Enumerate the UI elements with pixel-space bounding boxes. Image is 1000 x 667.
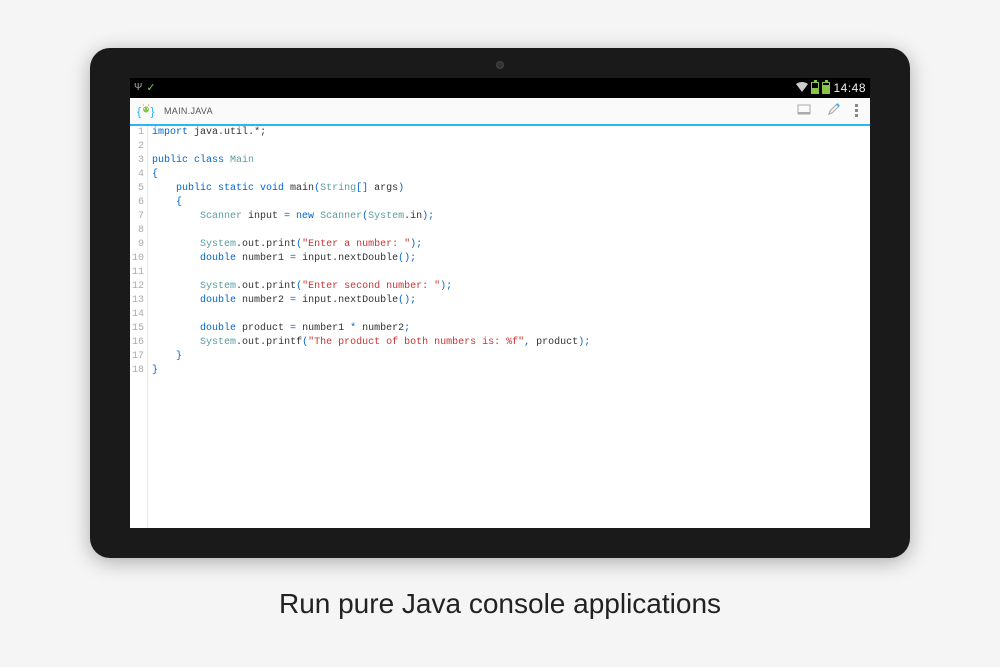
check-icon: ✓ (146, 81, 155, 94)
usb-icon: Ψ (134, 82, 142, 93)
svg-text:{: { (137, 104, 141, 118)
wifi-icon (796, 81, 808, 95)
code-editor[interactable]: 123456789101112131415161718 import java.… (130, 126, 870, 528)
status-bar: Ψ ✓ 14:48 (130, 78, 870, 98)
line-gutter: 123456789101112131415161718 (130, 126, 148, 528)
code-area[interactable]: import java.util.*; public class Main{ p… (148, 126, 870, 528)
tablet-frame: Ψ ✓ 14:48 {} MAIN.JAVA (90, 48, 910, 558)
statusbar-left: Ψ ✓ (134, 81, 156, 94)
svg-text:}: } (151, 104, 155, 118)
statusbar-right: 14:48 (796, 81, 866, 95)
clock: 14:48 (833, 81, 866, 95)
camera-dot (496, 61, 504, 69)
app-icon[interactable]: {} (136, 101, 156, 121)
battery-icon-2 (822, 82, 830, 94)
edit-icon[interactable] (827, 102, 841, 119)
screen: Ψ ✓ 14:48 {} MAIN.JAVA (130, 78, 870, 528)
filename-label: MAIN.JAVA (164, 106, 213, 116)
battery-icon (811, 82, 819, 94)
caption: Run pure Java console applications (279, 588, 721, 620)
run-icon[interactable] (797, 103, 813, 119)
overflow-menu-icon[interactable] (855, 104, 858, 117)
actionbar-actions (797, 102, 864, 119)
action-bar: {} MAIN.JAVA (130, 98, 870, 126)
